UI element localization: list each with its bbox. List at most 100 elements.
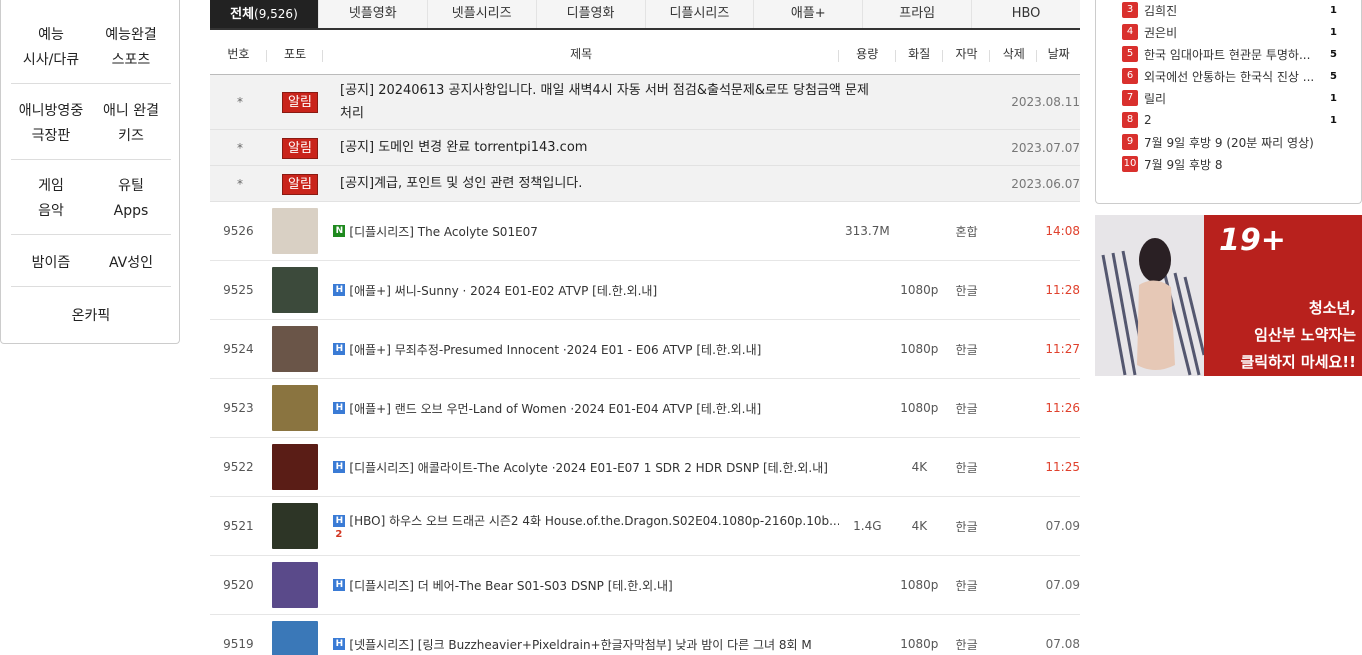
ranking-item[interactable]: 4 권은비 1 [1122, 21, 1337, 43]
sidebar-row: 게임 유틸 [11, 174, 171, 199]
sidebar-item[interactable]: 밤이즘 [11, 251, 91, 276]
table-header: 번호 포토 제목 용량 화질 자막 삭제 날짜 [210, 33, 1080, 75]
post-title[interactable]: [HBO] 하우스 오브 드래곤 시즌2 4화 House.of.the.Dra… [349, 512, 839, 529]
ranking-item[interactable]: 6 외국에선 안통하는 한국식 진상 ... 5 [1122, 65, 1337, 87]
post-thumbnail[interactable] [272, 621, 319, 655]
rank-number: 4 [1122, 24, 1138, 40]
post-thumbnail[interactable] [272, 444, 319, 490]
table-row[interactable]: 9523 H [애플+] 랜드 오브 우먼-Land of Women ·202… [210, 379, 1080, 438]
tab-4[interactable]: 디플시리즈 [646, 0, 755, 28]
rank-count: 1 [1330, 26, 1337, 38]
post-thumbnail[interactable] [272, 267, 319, 313]
notice-title[interactable]: [공지] 도메인 변경 완료 torrentpi143.com [330, 136, 875, 159]
sidebar-item[interactable]: 애니 완결 [91, 99, 171, 124]
sidebar-item[interactable]: 예능완결 [91, 23, 171, 48]
rank-number: 10 [1122, 156, 1138, 172]
ranking-item[interactable]: 8 2 1 [1122, 109, 1337, 131]
ranking-item[interactable]: 10 7월 9일 후방 8 [1122, 153, 1337, 175]
sidebar-group: 온카픽 [11, 304, 171, 329]
table-row[interactable]: 9522 H [디플시리즈] 애콜라이트-The Acolyte ·2024 E… [210, 438, 1080, 497]
notice-num: * [237, 176, 243, 191]
rank-title[interactable]: 한국 임대아파트 현관문 투명하... [1144, 46, 1323, 63]
tab-1[interactable]: 넷플영화 [319, 0, 428, 28]
post-date: 11:28 [1045, 283, 1080, 297]
sidebar-item[interactable]: 스포츠 [91, 48, 171, 73]
ranking-item[interactable]: 7 릴리 1 [1122, 87, 1337, 109]
sidebar-item[interactable]: 음악 [11, 199, 91, 224]
post-thumbnail[interactable] [272, 208, 319, 254]
notice-num: * [237, 140, 243, 155]
post-size: 313.7M [845, 224, 890, 238]
notice-row[interactable]: * 알림 [공지]계급, 포인트 및 성인 관련 정책입니다. 2023.06.… [210, 166, 1080, 202]
tab-6[interactable]: 프라임 [863, 0, 973, 28]
ad-warning-text: 청소년, 임산부 노약자는 클릭하지 마세요!! [1206, 295, 1356, 376]
post-thumb-cell [267, 385, 324, 431]
sidebar-row: 극장판 키즈 [11, 124, 171, 149]
post-title-cell: N [디플시리즈] The Acolyte S01E07 [323, 223, 839, 240]
rank-title[interactable]: 릴리 [1144, 90, 1323, 107]
table-row[interactable]: 9524 H [애플+] 무죄추정-Presumed Innocent ·202… [210, 320, 1080, 379]
notice-title[interactable]: [공지]계급, 포인트 및 성인 관련 정책입니다. [330, 172, 875, 195]
table-row[interactable]: 9525 H [애플+] 써니-Sunny · 2024 E01-E02 ATV… [210, 261, 1080, 320]
table-row[interactable]: 9526 N [디플시리즈] The Acolyte S01E07 313.7M… [210, 202, 1080, 261]
tab-3[interactable]: 디플영화 [537, 0, 646, 28]
sidebar-item[interactable]: 키즈 [91, 124, 171, 149]
post-num: 9520 [223, 578, 254, 592]
header-title: 제목 [323, 45, 840, 62]
post-title[interactable]: [애플+] 써니-Sunny · 2024 E01-E02 ATVP [테.한.… [349, 282, 657, 299]
post-title[interactable]: [디플시리즈] 더 베어-The Bear S01-S03 DSNP [테.한.… [349, 577, 672, 594]
ad-age-label: 19+ [1219, 223, 1286, 258]
sidebar-item[interactable]: 예능 [11, 23, 91, 48]
post-num: 9524 [223, 342, 254, 356]
rank-title[interactable]: 2 [1144, 113, 1323, 127]
ad-line-1: 청소년, [1308, 299, 1356, 317]
adult-banner-ad[interactable]: 19+ 청소년, 임산부 노약자는 클릭하지 마세요!! [1095, 215, 1362, 376]
tab-5[interactable]: 애플+ [754, 0, 864, 28]
sidebar-item[interactable]: 온카픽 [11, 304, 171, 329]
post-title[interactable]: [디플시리즈] The Acolyte S01E07 [349, 223, 538, 240]
notice-date: 2023.06.07 [1011, 176, 1080, 191]
ranking-item[interactable]: 5 한국 임대아파트 현관문 투명하... 5 [1122, 43, 1337, 65]
rank-title[interactable]: 7월 9일 후방 9 (20분 짜리 영상) [1144, 134, 1323, 151]
post-thumbnail[interactable] [272, 385, 319, 431]
tab-7[interactable]: HBO [972, 0, 1080, 28]
post-thumbnail[interactable] [272, 326, 319, 372]
post-thumb-cell [267, 444, 324, 490]
post-subtitle: 혼합 [955, 224, 978, 239]
rank-title[interactable]: 권은비 [1144, 24, 1323, 41]
sidebar-item[interactable]: Apps [91, 199, 171, 224]
notice-title[interactable]: [공지] 20240613 공지사항입니다. 매일 새벽4시 자동 서버 점검&… [330, 79, 875, 125]
table-row[interactable]: 9521 H [HBO] 하우스 오브 드래곤 시즌2 4화 House.of.… [210, 497, 1080, 556]
sidebar-item[interactable]: 극장판 [11, 124, 91, 149]
post-thumbnail[interactable] [272, 503, 319, 549]
post-thumb-cell [267, 208, 324, 254]
notice-date: 2023.08.11 [1011, 95, 1080, 109]
ranking-item[interactable]: 9 7월 9일 후방 9 (20분 짜리 영상) [1122, 131, 1337, 153]
notice-row[interactable]: * 알림 [공지] 20240613 공지사항입니다. 매일 새벽4시 자동 서… [210, 75, 1080, 130]
rank-title[interactable]: 외국에선 안통하는 한국식 진상 ... [1144, 68, 1323, 85]
notice-row[interactable]: * 알림 [공지] 도메인 변경 완료 torrentpi143.com 202… [210, 130, 1080, 166]
post-title[interactable]: [애플+] 랜드 오브 우먼-Land of Women ·2024 E01-E… [349, 400, 761, 417]
sidebar-item[interactable]: AV성인 [91, 251, 171, 276]
sidebar-item[interactable]: 게임 [11, 174, 91, 199]
rank-title[interactable]: 김희진 [1144, 2, 1323, 19]
post-title[interactable]: [애플+] 무죄추정-Presumed Innocent ·2024 E01 -… [349, 341, 761, 358]
post-title[interactable]: [넷플시리즈] [링크 Buzzheavier+Pixeldrain+한글자막첨… [349, 636, 811, 653]
post-thumb-cell [267, 503, 324, 549]
post-subtitle: 한글 [955, 519, 978, 534]
rank-count: 1 [1330, 114, 1337, 126]
table-row[interactable]: 9519 H [넷플시리즈] [링크 Buzzheavier+Pixeldrai… [210, 615, 1080, 655]
hot-badge-icon: H [333, 284, 346, 296]
rank-title[interactable]: 7월 9일 후방 8 [1144, 156, 1323, 173]
notice-badge-cell: 알림 [270, 91, 330, 113]
post-title[interactable]: [디플시리즈] 애콜라이트-The Acolyte ·2024 E01-E07 … [349, 459, 828, 476]
post-num: 9521 [223, 519, 254, 533]
ranking-item[interactable]: 3 김희진 1 [1122, 0, 1337, 21]
table-row[interactable]: 9520 H [디플시리즈] 더 베어-The Bear S01-S03 DSN… [210, 556, 1080, 615]
sidebar-item[interactable]: 시사/다큐 [11, 48, 91, 73]
post-thumbnail[interactable] [272, 562, 319, 608]
tab-0[interactable]: 전체(9,526) [210, 0, 319, 28]
sidebar-item[interactable]: 애니방영중 [11, 99, 91, 124]
sidebar-item[interactable]: 유틸 [91, 174, 171, 199]
tab-2[interactable]: 넷플시리즈 [428, 0, 537, 28]
